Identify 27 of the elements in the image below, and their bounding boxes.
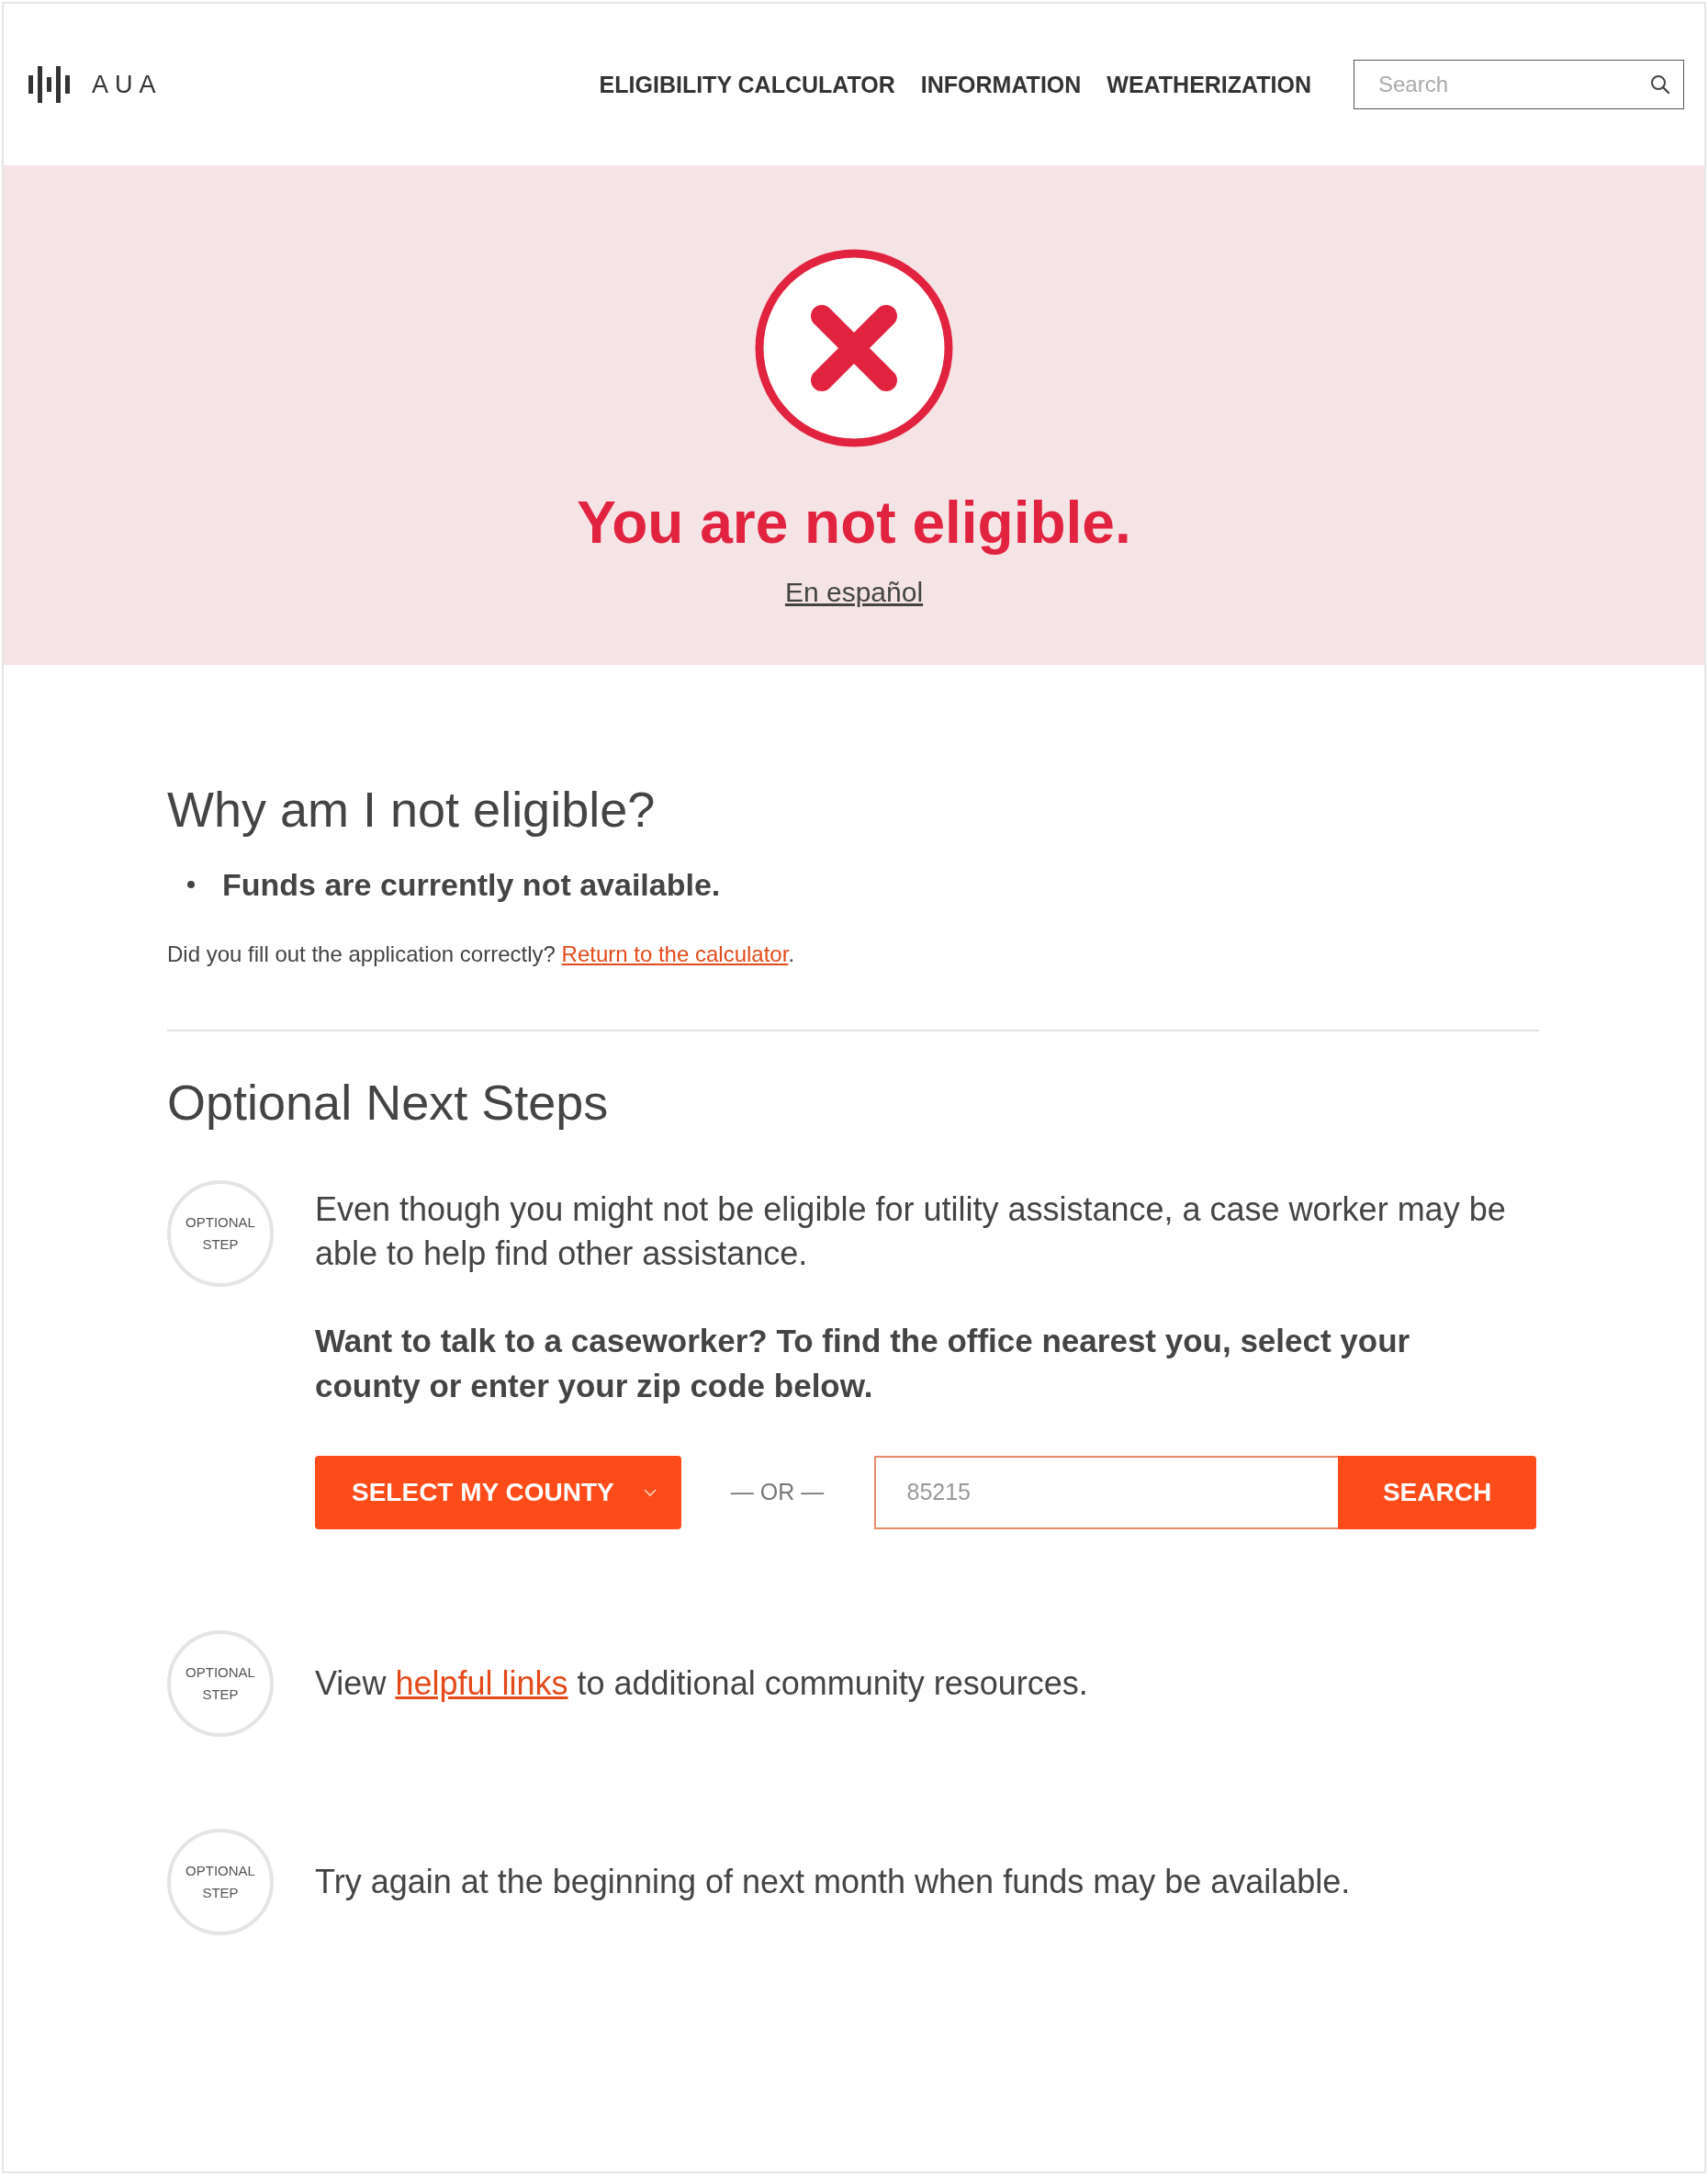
caret-icon <box>642 1487 657 1497</box>
logo-text: AUA <box>92 70 163 99</box>
or-separator: — OR — <box>729 1479 826 1506</box>
search-icon[interactable] <box>1649 73 1671 96</box>
search-field[interactable]: Search <box>1354 60 1684 109</box>
section-heading: Why am I not eligible? <box>167 781 657 839</box>
reason-text: Funds are currently not available. <box>222 866 721 903</box>
error-icon <box>753 247 955 449</box>
nav-link[interactable]: ELIGIBILITY CALCULATOR <box>599 71 895 98</box>
caseworker-prompt: Want to talk to a caseworker? To find the office nearest you, select your county or enter your zip code below. <box>315 1321 1411 1405</box>
step-badge: OPTIONAL STEP <box>167 1629 274 1737</box>
zip-field[interactable]: 85215 <box>873 1455 1339 1529</box>
step-badge: OPTIONAL STEP <box>167 1179 274 1287</box>
calculator-link[interactable]: Return to the calculator <box>561 941 789 966</box>
bullet-icon <box>187 881 195 889</box>
helpful-links-link[interactable]: helpful links <box>395 1663 568 1702</box>
step-badge: OPTIONAL STEP <box>167 1828 274 1935</box>
nav-link[interactable]: WEATHERIZATION <box>1107 71 1311 98</box>
help-text: Did you fill out the application correctly? Return to the calculator. <box>167 941 796 967</box>
section-heading: Optional Next Steps <box>167 1073 610 1132</box>
logo-icon <box>28 63 70 106</box>
step-text: View helpful links to additional community resources. <box>315 1662 1089 1704</box>
step-text: Try again at the beginning of next month when funds may be available. <box>315 1861 1352 1902</box>
nav-link[interactable]: INFORMATION <box>920 71 1082 98</box>
language-link[interactable]: En español <box>784 576 924 608</box>
step-text: Even though you might not be eligible for utility assistance, a case worker may be able to help find other assistance. <box>315 1189 1507 1274</box>
result-title: You are not eligible. <box>577 489 1131 558</box>
